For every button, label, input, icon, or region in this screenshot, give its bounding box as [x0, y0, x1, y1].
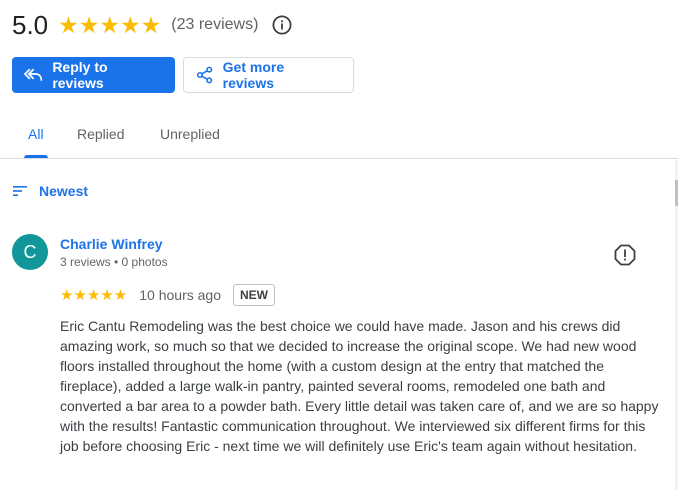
sort-label: Newest — [39, 183, 89, 199]
report-icon[interactable] — [614, 244, 636, 266]
average-rating: 5.0 — [12, 9, 49, 40]
new-badge: NEW — [232, 284, 275, 306]
sort-icon — [13, 186, 27, 196]
reply-to-reviews-button[interactable]: Reply to reviews — [12, 57, 175, 93]
tab-unreplied[interactable]: Unreplied — [160, 126, 220, 142]
avatar[interactable]: C — [12, 234, 48, 270]
tab-replied[interactable]: Replied — [77, 126, 124, 142]
reply-to-reviews-label: Reply to reviews — [52, 59, 108, 91]
review-count: (23 reviews) — [171, 16, 259, 33]
sort-dropdown[interactable]: Newest — [12, 183, 88, 199]
review-time: 10 hours ago — [139, 287, 221, 303]
tab-all[interactable]: All — [28, 126, 44, 142]
info-icon[interactable] — [272, 15, 292, 35]
rating-stars: ★★★★★ — [58, 11, 162, 38]
reviewer-meta: 3 reviews • 0 photos — [60, 255, 168, 269]
reviewer-name[interactable]: Charlie Winfrey — [60, 236, 163, 252]
share-icon — [196, 66, 213, 84]
review-tabs: All Replied Unreplied — [0, 112, 678, 159]
get-more-reviews-label: Get more reviews — [222, 59, 285, 91]
reply-all-icon — [24, 68, 43, 81]
review-stars: ★★★★★ — [60, 287, 128, 304]
active-tab-indicator — [24, 155, 48, 158]
rating-summary: 5.0 ★★★★★ (23 reviews) — [12, 8, 292, 42]
review-text: Eric Cantu Remodeling was the best choic… — [60, 318, 659, 454]
review-rating-row: ★★★★★ 10 hours ago NEW — [60, 284, 275, 306]
get-more-reviews-button[interactable]: Get more reviews — [183, 57, 354, 93]
action-buttons: Reply to reviews Get more reviews — [12, 57, 354, 93]
